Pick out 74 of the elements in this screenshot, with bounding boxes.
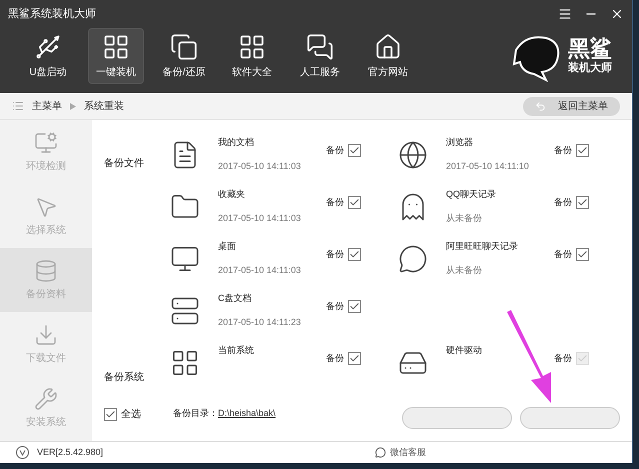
nav-tab[interactable]: U盘启动 [20,28,76,84]
checkbox[interactable] [104,408,117,420]
backup-dir-label: 备份目录： [173,407,218,420]
item-detail: 从未备份 [446,212,483,224]
download-icon [34,322,58,346]
chat-bubble-icon [398,244,428,274]
checkbox[interactable] [576,196,589,210]
item-detail: 2017-05-10 14:11:23 [218,316,302,328]
copy-icon [170,32,198,60]
nav-tab[interactable]: 人工服务 [292,28,348,84]
back-button[interactable]: 返回主菜单 [523,96,620,116]
nav-tab[interactable]: 官方网站 [360,28,416,84]
item-name: QQ聊天记录 [446,188,498,201]
checkbox-label: 备份 [326,144,344,157]
monitor-gear-icon [34,130,58,154]
windows-icon [102,32,130,60]
item-name: 桌面 [218,240,237,253]
item-name: C盘文档 [218,292,252,305]
monitor-icon [170,244,200,274]
item-detail: 2017-05-10 14:11:10 [446,160,530,172]
checkbox-label: 备份 [326,248,344,261]
checkbox[interactable] [576,144,589,158]
item-name: 硬件驱动 [446,344,483,357]
breadcrumb-item[interactable]: 系统重装 [84,98,124,114]
item-name: 我的文档 [218,136,255,149]
checkbox[interactable] [348,300,361,314]
menu-icon[interactable] [558,7,572,21]
nav-tab[interactable]: 软件大全 [224,28,280,84]
checkbox-label: 备份 [554,144,572,157]
chat-icon [375,447,386,458]
item-detail: 2017-05-10 14:11:03 [218,264,302,276]
close-icon[interactable] [610,7,624,21]
chat-icon [306,32,334,60]
item-name: 浏览器 [446,136,474,149]
usb-drive-icon [34,32,62,60]
version-text: VER[2.5.42.980] [37,446,104,459]
globe-icon [398,140,428,170]
backup-dir-link[interactable]: D:\heisha\bak\ [218,407,276,421]
checkbox[interactable] [576,248,589,262]
undo-icon [535,100,546,112]
checkbox-label: 备份 [554,248,572,261]
checkbox-label: 备份 [326,352,344,365]
breadcrumb-arrow-icon [70,102,76,110]
item-name: 收藏夹 [218,188,246,201]
version-icon [16,446,29,459]
windows-icon [170,348,200,378]
item-detail: 2017-05-10 14:11:03 [218,160,302,172]
item-name: 当前系统 [218,344,255,357]
logo-title: 黑鲨 [568,38,612,60]
item-detail: 2017-05-10 14:11:03 [218,212,302,224]
checkbox-label: 备份 [554,196,572,209]
checkbox[interactable] [348,144,361,158]
checkbox-label: 备份 [326,196,344,209]
checkbox[interactable] [348,248,361,262]
database-icon [34,258,58,282]
home-icon [374,32,402,60]
wrench-icon [34,386,58,410]
grid-icon [238,32,266,60]
server-icon [170,296,200,326]
checkbox-label: 备份 [326,300,344,313]
window-title: 黑鲨系统装机大师 [8,6,97,22]
footer-link[interactable]: 微信客服 [375,446,426,460]
section-label: 备份文件 [104,156,145,171]
checkbox-label: 备份 [554,352,572,365]
nav-tab[interactable]: 备份/还原 [156,28,212,84]
section-label: 备份系统 [104,370,145,385]
logo-subtitle: 装机大师 [568,60,612,76]
checkbox[interactable] [348,352,361,366]
item-name: 阿里旺旺聊天记录 [446,240,519,253]
nav-tab[interactable]: 一键装机 [88,28,144,84]
checkbox[interactable] [348,196,361,210]
breadcrumb-item[interactable]: 主菜单 [32,98,62,114]
select-all-label: 全选 [121,408,141,422]
item-detail: 从未备份 [446,264,483,276]
